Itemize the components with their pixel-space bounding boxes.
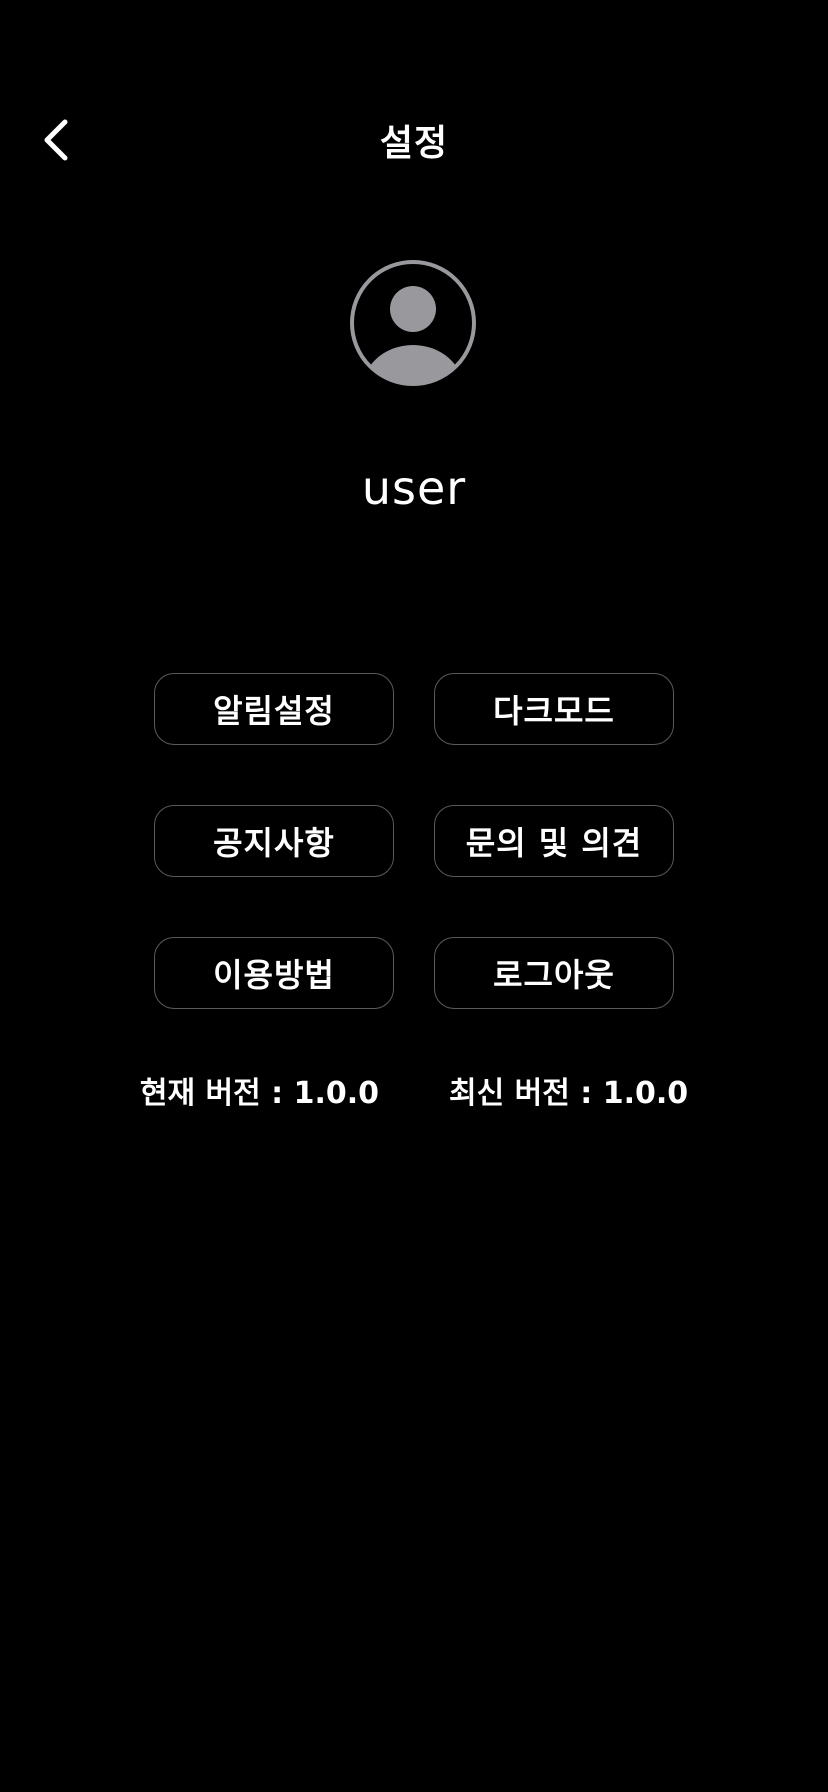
username: user	[361, 461, 467, 515]
notification-settings-button[interactable]: 알림설정	[154, 673, 394, 745]
settings-menu: 알림설정 다크모드 공지사항 문의 및 의견 이용방법 로그아웃	[154, 673, 674, 1009]
avatar[interactable]	[348, 258, 478, 388]
logout-button[interactable]: 로그아웃	[434, 937, 674, 1009]
dark-mode-button[interactable]: 다크모드	[434, 673, 674, 745]
latest-version: 최신 버전 : 1.0.0	[449, 1076, 689, 1111]
how-to-use-button[interactable]: 이용방법	[154, 937, 394, 1009]
inquiry-feedback-button[interactable]: 문의 및 의견	[434, 805, 674, 877]
user-avatar-icon	[348, 258, 478, 388]
page-title: 설정	[379, 123, 449, 164]
notice-button[interactable]: 공지사항	[154, 805, 394, 877]
version-info: 현재 버전 : 1.0.0 최신 버전 : 1.0.0	[0, 1072, 828, 1116]
current-version: 현재 버전 : 1.0.0	[139, 1076, 379, 1111]
